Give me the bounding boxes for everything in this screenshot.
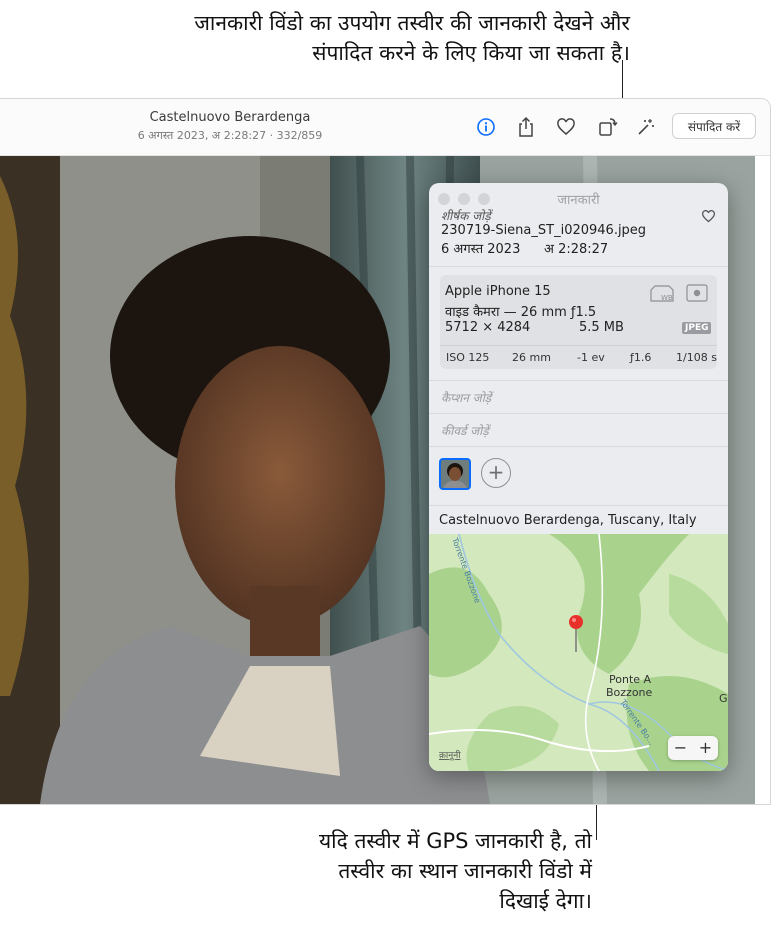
location-label: Castelnuovo Berardenga, Tuscany, Italy <box>439 513 697 528</box>
resolution: 5712 × 4284 <box>445 320 531 335</box>
divider <box>429 380 728 381</box>
callout-top: जानकारी विंडो का उपयोग तस्वीर की जानकारी… <box>40 8 630 68</box>
photo-time: अ 2:28:27 <box>544 242 609 257</box>
add-keywords-field[interactable]: कीवर्ड जोड़ें <box>441 422 489 439</box>
photo-date: 6 अगस्त 2023 <box>441 242 521 257</box>
info-icon[interactable] <box>474 115 498 139</box>
camera-lens: वाइड कैमरा — 26 mm ƒ1.5 <box>445 305 597 320</box>
share-icon[interactable] <box>514 115 538 139</box>
magic-wand-icon[interactable] <box>634 115 658 139</box>
filename: 230719-Siena_ST_i020946.jpeg <box>441 223 647 238</box>
map-zoom-control[interactable]: − + <box>668 736 718 760</box>
file-size: 5.5 MB <box>579 320 624 335</box>
map-legal-link[interactable]: क़ानूनी <box>439 749 461 761</box>
camera-info-box: Apple iPhone 15 वाइड कैमरा — 26 mm ƒ1.5 … <box>440 275 717 369</box>
photo-meta: 6 अगस्त 2023, अ 2:28:27 · 332/859 <box>137 129 323 142</box>
callout-bottom-line1: यदि तस्वीर में GPS जानकारी है, तो <box>319 829 592 853</box>
rotate-icon[interactable] <box>596 115 620 139</box>
info-window[interactable]: जानकारी शीर्षक जोड़ें 230719-Siena_ST_i0… <box>429 183 728 771</box>
exif-shutter: 1/108 s <box>676 351 717 364</box>
location-map[interactable]: Torrente Bozzone Torrente Bo... Ponte A … <box>429 534 728 771</box>
callout-bottom: यदि तस्वीर में GPS जानकारी है, तो तस्वीर… <box>200 826 592 916</box>
zoom-in-button[interactable]: + <box>693 736 718 760</box>
exif-iso: ISO 125 <box>446 351 490 364</box>
zoom-out-button[interactable]: − <box>668 736 693 760</box>
person-avatar[interactable] <box>439 458 471 490</box>
photo-title: Castelnuovo Berardenga <box>149 110 311 125</box>
exif-focal-length: 26 mm <box>512 351 551 364</box>
callout-bottom-line3: दिखाई देगा। <box>499 889 592 913</box>
camera-model: Apple iPhone 15 <box>445 284 551 299</box>
svg-text:WB: WB <box>661 294 673 302</box>
map-edge-label: G <box>719 692 728 705</box>
callout-top-line1: जानकारी विंडो का उपयोग तस्वीर की जानकारी… <box>194 11 630 35</box>
heart-icon[interactable] <box>554 115 578 139</box>
edit-button[interactable]: संपादित करें <box>672 113 756 139</box>
map-place-line1: Ponte A <box>609 673 652 686</box>
divider <box>429 446 728 447</box>
favorite-heart-icon[interactable] <box>701 208 716 227</box>
white-balance-icon: WB <box>649 283 675 307</box>
divider <box>429 505 728 506</box>
divider <box>429 413 728 414</box>
info-window-title: जानकारी <box>557 193 600 208</box>
map-place-line2: Bozzone <box>606 686 653 699</box>
toolbar: Castelnuovo Berardenga 6 अगस्त 2023, अ 2… <box>0 99 770 156</box>
exif-aperture: ƒ1.6 <box>630 351 652 364</box>
add-title-field[interactable]: शीर्षक जोड़ें <box>441 207 491 224</box>
format-badge: JPEG <box>682 322 712 334</box>
exif-exposure: -1 ev <box>577 351 605 364</box>
callout-bottom-line2: तस्वीर का स्थान जानकारी विंडो में <box>338 859 592 883</box>
divider <box>429 266 728 267</box>
add-caption-field[interactable]: कैप्शन जोड़ें <box>441 389 491 406</box>
callout-top-line2: संपादित करने के लिए किया जा सकता है। <box>312 41 630 65</box>
add-person-button[interactable]: + <box>481 458 511 488</box>
metering-icon <box>686 284 708 306</box>
